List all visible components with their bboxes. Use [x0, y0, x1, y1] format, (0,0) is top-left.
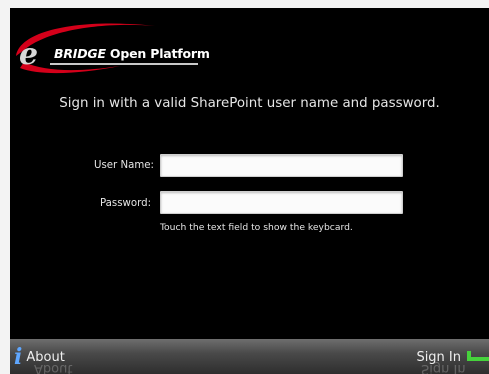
logo-text: BRIDGE Open Platform: [54, 46, 210, 61]
about-label-reflection: About: [34, 361, 73, 374]
signin-label-reflection: Sign In: [421, 361, 466, 374]
logo-brand-rest: Open Platform: [105, 46, 210, 61]
username-input[interactable]: [160, 154, 403, 177]
ebridge-logo: e BRIDGE Open Platform: [10, 16, 230, 80]
username-label: User Name:: [94, 160, 154, 171]
app-screen: e BRIDGE Open Platform Sign in with a va…: [10, 8, 489, 374]
page-heading: Sign in with a valid SharePoint user nam…: [59, 96, 440, 111]
info-icon: i: [14, 344, 23, 370]
logo-e: e: [19, 37, 39, 72]
password-input[interactable]: [160, 191, 403, 214]
bottom-bar: i About About Sign In Sign In: [10, 339, 489, 374]
keyboard-hint: Touch the text field to show the keybcar…: [160, 222, 353, 233]
logo-brand-bold: BRIDGE: [54, 46, 106, 61]
arrow-right-icon: [467, 351, 489, 361]
password-label: Password:: [100, 198, 152, 209]
logo-underline: [50, 63, 198, 65]
